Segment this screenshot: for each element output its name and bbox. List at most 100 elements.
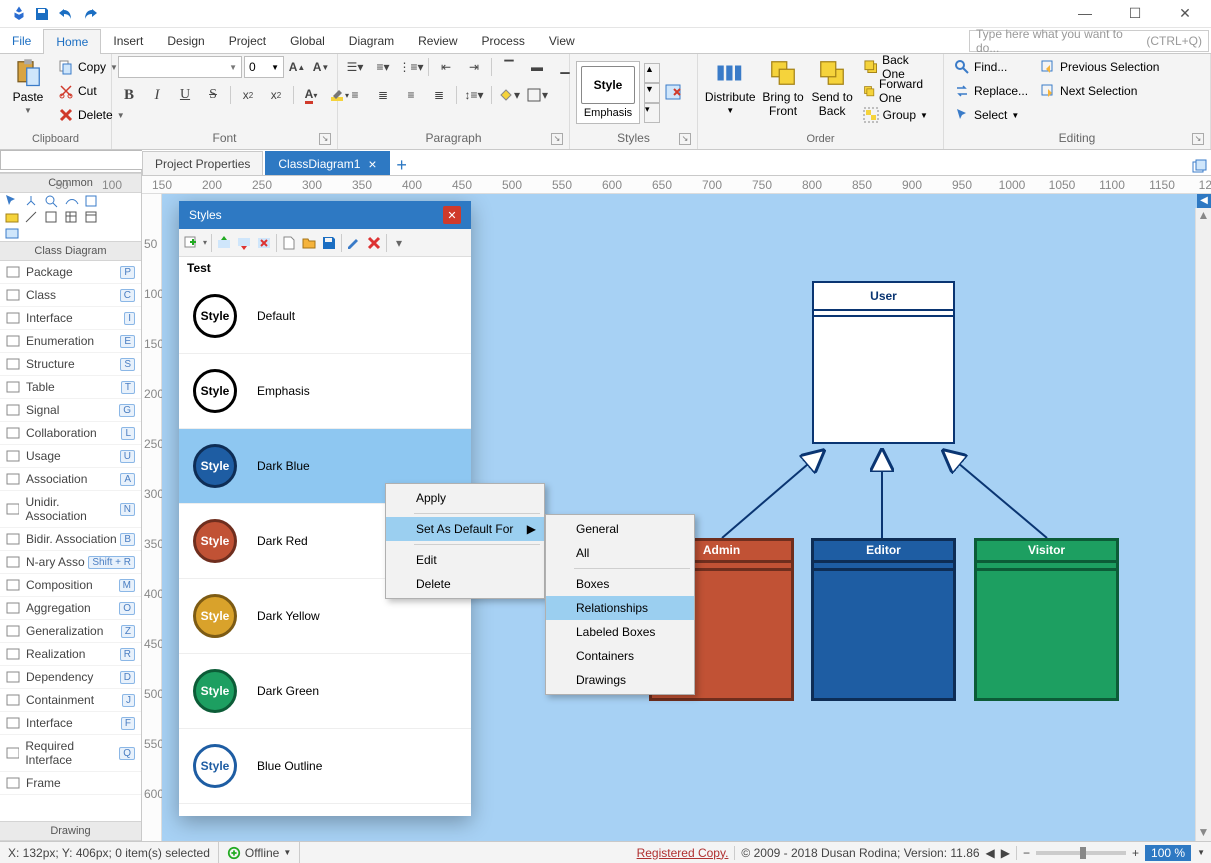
status-offline[interactable]: Offline▼ bbox=[219, 842, 300, 863]
palette-item[interactable]: CompositionM bbox=[0, 574, 141, 597]
uml-class-visitor[interactable]: Visitor bbox=[974, 538, 1119, 701]
new-file-icon[interactable] bbox=[281, 235, 297, 251]
palette-item[interactable]: Required InterfaceQ bbox=[0, 735, 141, 772]
strike-button[interactable]: S bbox=[202, 84, 224, 106]
style-row[interactable]: StyleDefault bbox=[179, 279, 471, 354]
style-gallery-up[interactable]: ▲ bbox=[644, 63, 660, 83]
ctx-relationships[interactable]: Relationships bbox=[546, 596, 694, 620]
add-style-icon[interactable] bbox=[183, 235, 199, 251]
collapse-arrow-icon[interactable]: ◀ bbox=[1197, 194, 1211, 208]
send-back-button[interactable]: Send to Back bbox=[810, 56, 855, 120]
tab-project-properties[interactable]: Project Properties bbox=[142, 151, 263, 175]
palette-item[interactable]: PackageP bbox=[0, 261, 141, 284]
uml-class-editor[interactable]: Editor bbox=[811, 538, 956, 701]
multilevel-button[interactable]: ⋮≡▾ bbox=[400, 56, 422, 78]
align-middle-button[interactable]: ▬ bbox=[526, 56, 548, 78]
minimize-button[interactable]: — bbox=[1071, 5, 1099, 22]
select-button[interactable]: Select▼ bbox=[950, 104, 1032, 126]
zoom-out-icon[interactable]: − bbox=[1016, 846, 1030, 860]
font-color-button[interactable]: A▾ bbox=[300, 84, 322, 106]
menu-review[interactable]: Review bbox=[406, 28, 469, 53]
common-tools-row2[interactable] bbox=[0, 209, 141, 225]
drawing-section-header[interactable]: Drawing bbox=[0, 821, 141, 841]
redo-icon[interactable] bbox=[82, 6, 98, 22]
tab-classdiagram1[interactable]: ClassDiagram1× bbox=[265, 151, 389, 175]
next-page-icon[interactable]: ▶ bbox=[1001, 846, 1010, 860]
menu-design[interactable]: Design bbox=[155, 28, 216, 53]
export-style-icon[interactable] bbox=[236, 235, 252, 251]
bullets-button[interactable]: ☰▾ bbox=[344, 56, 366, 78]
dialog-launcher-icon[interactable]: ↘ bbox=[1192, 133, 1204, 145]
tab-popout-icon[interactable] bbox=[1187, 159, 1211, 175]
import-style-icon[interactable] bbox=[216, 235, 232, 251]
next-selection-button[interactable]: Next Selection bbox=[1036, 80, 1163, 102]
menu-diagram[interactable]: Diagram bbox=[337, 28, 406, 53]
common-tools-row1[interactable] bbox=[0, 193, 141, 209]
ctx-labeled-boxes[interactable]: Labeled Boxes bbox=[546, 620, 694, 644]
styles-pane-button[interactable] bbox=[664, 83, 684, 103]
palette-item[interactable]: InterfaceF bbox=[0, 712, 141, 735]
menu-file[interactable]: File bbox=[0, 28, 43, 53]
style-gallery-more[interactable]: ▾ bbox=[644, 103, 660, 123]
add-tab-button[interactable]: + bbox=[392, 155, 412, 175]
menu-view[interactable]: View bbox=[537, 28, 587, 53]
ctx-delete[interactable]: Delete bbox=[386, 572, 544, 596]
indent-button[interactable]: ⇥ bbox=[463, 56, 485, 78]
group-button[interactable]: Group▼ bbox=[859, 104, 937, 126]
more-icon[interactable]: ▾ bbox=[391, 235, 407, 251]
palette-item[interactable]: StructureS bbox=[0, 353, 141, 376]
palette-item[interactable]: AggregationO bbox=[0, 597, 141, 620]
replace-button[interactable]: Replace... bbox=[950, 80, 1032, 102]
justify-button[interactable]: ≣ bbox=[428, 84, 450, 106]
palette-item[interactable]: DependencyD bbox=[0, 666, 141, 689]
numbering-button[interactable]: ≡▾ bbox=[372, 56, 394, 78]
menu-insert[interactable]: Insert bbox=[101, 28, 155, 53]
back-one-button[interactable]: Back One bbox=[859, 56, 937, 78]
style-gallery[interactable]: Style Emphasis bbox=[576, 61, 640, 124]
previous-selection-button[interactable]: Previous Selection bbox=[1036, 56, 1163, 78]
style-row[interactable]: StyleDark Green bbox=[179, 654, 471, 729]
zoom-dropdown-icon[interactable]: ▼ bbox=[1197, 848, 1205, 857]
save-icon[interactable] bbox=[34, 6, 50, 22]
menu-project[interactable]: Project bbox=[217, 28, 278, 53]
border-button[interactable]: ▾ bbox=[526, 84, 548, 106]
close-tab-icon[interactable]: × bbox=[368, 156, 376, 172]
search-field[interactable]: Type here what you want to do... (CTRL+Q… bbox=[969, 30, 1209, 52]
dialog-launcher-icon[interactable]: ↘ bbox=[551, 133, 563, 145]
menu-global[interactable]: Global bbox=[278, 28, 337, 53]
palette-item[interactable]: UsageU bbox=[0, 445, 141, 468]
ctx-edit[interactable]: Edit bbox=[386, 548, 544, 572]
maximize-button[interactable]: ☐ bbox=[1121, 5, 1149, 22]
outdent-button[interactable]: ⇤ bbox=[435, 56, 457, 78]
delete-style-icon[interactable] bbox=[256, 235, 272, 251]
diagram-canvas[interactable]: User Admin Editor bbox=[162, 194, 1211, 841]
open-file-icon[interactable] bbox=[301, 235, 317, 251]
bold-button[interactable]: B bbox=[118, 84, 140, 106]
paste-button[interactable]: Paste ▼ bbox=[6, 56, 50, 117]
palette-item[interactable]: ContainmentJ bbox=[0, 689, 141, 712]
palette-item[interactable]: AssociationA bbox=[0, 468, 141, 491]
ctx-drawings[interactable]: Drawings bbox=[546, 668, 694, 692]
superscript-button[interactable]: x2 bbox=[265, 84, 287, 106]
forward-one-button[interactable]: Forward One bbox=[859, 80, 937, 102]
palette-item[interactable]: InterfaceI bbox=[0, 307, 141, 330]
align-top-button[interactable]: ▔ bbox=[498, 56, 520, 78]
palette-item[interactable]: RealizationR bbox=[0, 643, 141, 666]
ctx-set-default-for[interactable]: Set As Default For▶ bbox=[386, 517, 544, 541]
distribute-button[interactable]: Distribute▼ bbox=[704, 56, 757, 117]
close-button[interactable]: ✕ bbox=[1171, 5, 1199, 22]
palette-item[interactable]: CollaborationL bbox=[0, 422, 141, 445]
save-file-icon[interactable] bbox=[321, 235, 337, 251]
ctx-general[interactable]: General bbox=[546, 517, 694, 541]
context-submenu-targets[interactable]: General All Boxes Relationships Labeled … bbox=[545, 514, 695, 695]
zoom-level[interactable]: 100 % bbox=[1145, 845, 1191, 861]
vertical-scrollbar[interactable]: ▲▼ bbox=[1195, 208, 1211, 841]
prev-page-icon[interactable]: ◀ bbox=[986, 846, 995, 860]
palette-item[interactable]: Bidir. AssociationB bbox=[0, 528, 141, 551]
palette-item[interactable]: Frame bbox=[0, 772, 141, 795]
common-tools-row3[interactable] bbox=[0, 225, 141, 241]
remove-style-icon[interactable] bbox=[366, 235, 382, 251]
underline-button[interactable]: U bbox=[174, 84, 196, 106]
menu-process[interactable]: Process bbox=[470, 28, 537, 53]
font-family-combo[interactable]: ▼ bbox=[118, 56, 242, 78]
